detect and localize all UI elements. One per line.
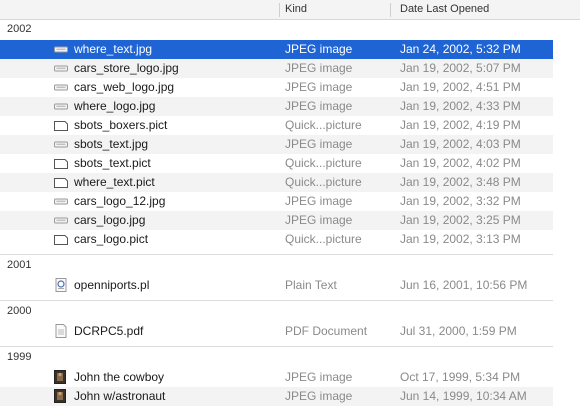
file-row[interactable]: sbots_boxers.pict Quick...picture Jan 19, … bbox=[0, 116, 553, 135]
jpeg-file-icon bbox=[54, 44, 68, 55]
pict-file-icon bbox=[54, 234, 68, 245]
file-row[interactable]: cars_logo.jpg JPEG image Jan 19, 2002, 3:2… bbox=[0, 211, 553, 230]
group-header-2002: 2002 bbox=[7, 23, 32, 35]
file-name: where_logo.jpg bbox=[74, 99, 156, 113]
file-kind: JPEG image bbox=[285, 213, 353, 227]
jpeg-file-icon bbox=[54, 196, 68, 207]
file-kind: JPEG image bbox=[285, 99, 353, 113]
file-kind: JPEG image bbox=[285, 137, 353, 151]
group-divider bbox=[0, 300, 553, 301]
pict-file-icon bbox=[54, 177, 68, 188]
pict-file-icon bbox=[54, 120, 68, 131]
scroll-gutter bbox=[553, 20, 580, 393]
file-row[interactable]: sbots_text.pict Quick...picture Jan 19, 20… bbox=[0, 154, 553, 173]
file-date-last-opened: Jan 19, 2002, 4:02 PM bbox=[400, 156, 521, 170]
column-header-date-last-opened[interactable]: Date Last Opened bbox=[400, 0, 550, 19]
file-kind: JPEG image bbox=[285, 42, 353, 56]
jpeg-file-icon bbox=[54, 101, 68, 112]
column-divider[interactable] bbox=[279, 3, 280, 17]
file-name: openniports.pl bbox=[74, 278, 150, 292]
file-date-last-opened: Jan 24, 2002, 5:32 PM bbox=[400, 42, 521, 56]
file-date-last-opened: Oct 17, 1999, 5:34 PM bbox=[400, 370, 521, 384]
file-row[interactable]: openniports.pl Plain Text Jun 16, 2001, 10… bbox=[0, 276, 553, 295]
file-kind: JPEG image bbox=[285, 194, 353, 208]
file-kind: Quick...picture bbox=[285, 175, 362, 189]
jpeg-file-icon bbox=[54, 82, 68, 93]
column-header-name[interactable] bbox=[8, 0, 278, 19]
file-row[interactable]: cars_logo.pict Quick...picture Jan 19, 200… bbox=[0, 230, 553, 249]
file-date-last-opened: Jan 19, 2002, 4:19 PM bbox=[400, 118, 521, 132]
file-name: cars_web_logo.jpg bbox=[74, 80, 175, 94]
file-date-last-opened: Jan 19, 2002, 5:07 PM bbox=[400, 61, 521, 75]
group-header-2000: 2000 bbox=[7, 305, 32, 317]
jpeg-file-icon bbox=[54, 139, 68, 150]
file-date-last-opened: Jan 19, 2002, 3:25 PM bbox=[400, 213, 521, 227]
file-kind: Quick...picture bbox=[285, 232, 362, 246]
file-kind: JPEG image bbox=[285, 80, 353, 94]
file-row[interactable]: John the cowboy JPEG image Oct 17, 1999, 5… bbox=[0, 368, 553, 387]
pdf-file-icon bbox=[54, 324, 68, 338]
file-kind: Quick...picture bbox=[285, 118, 362, 132]
file-kind: PDF Document bbox=[285, 324, 368, 338]
file-row[interactable]: where_text.pict Quick...picture Jan 19, 20… bbox=[0, 173, 553, 192]
pict-file-icon bbox=[54, 158, 68, 169]
file-row[interactable]: where_text.jpg JPEG image Jan 24, 2002, 5:… bbox=[0, 40, 553, 59]
file-name: sbots_text.pict bbox=[74, 156, 151, 170]
file-name: DCRPC5.pdf bbox=[74, 324, 144, 338]
text-file-icon bbox=[54, 278, 68, 292]
group-header-2001: 2001 bbox=[7, 259, 32, 271]
column-header-bar: Kind Date Last Opened bbox=[0, 0, 580, 20]
column-header-kind[interactable]: Kind bbox=[285, 0, 385, 19]
file-kind: Quick...picture bbox=[285, 156, 362, 170]
group-header-1999: 1999 bbox=[7, 351, 32, 363]
group-divider bbox=[0, 346, 553, 347]
jpeg-file-icon bbox=[54, 63, 68, 74]
file-date-last-opened: Jun 16, 2001, 10:56 PM bbox=[400, 278, 528, 292]
file-date-last-opened: Jun 14, 1999, 10:34 AM bbox=[400, 389, 527, 403]
file-row[interactable]: cars_web_logo.jpg JPEG image Jan 19, 2002,… bbox=[0, 78, 553, 97]
photo-thumbnail-icon bbox=[54, 370, 68, 384]
file-kind: Plain Text bbox=[285, 278, 337, 292]
file-name: cars_logo.pict bbox=[74, 232, 149, 246]
file-row[interactable]: sbots_text.jpg JPEG image Jan 19, 2002, 4:… bbox=[0, 135, 553, 154]
file-row[interactable]: John w/astronaut JPEG image Jun 14, 1999, … bbox=[0, 387, 553, 406]
group-divider bbox=[0, 254, 553, 255]
file-date-last-opened: Jan 19, 2002, 3:13 PM bbox=[400, 232, 521, 246]
photo-thumbnail-icon bbox=[54, 389, 68, 403]
jpeg-file-icon bbox=[54, 215, 68, 226]
file-date-last-opened: Jan 19, 2002, 4:03 PM bbox=[400, 137, 521, 151]
file-kind: JPEG image bbox=[285, 61, 353, 75]
column-divider[interactable] bbox=[390, 3, 391, 17]
file-date-last-opened: Jan 19, 2002, 4:33 PM bbox=[400, 99, 521, 113]
file-row[interactable]: cars_store_logo.jpg JPEG image Jan 19, 200… bbox=[0, 59, 553, 78]
file-kind: JPEG image bbox=[285, 389, 353, 403]
file-name: cars_store_logo.jpg bbox=[74, 61, 179, 75]
file-kind: JPEG image bbox=[285, 370, 353, 384]
file-name: John the cowboy bbox=[74, 370, 165, 384]
file-name: cars_logo.jpg bbox=[74, 213, 146, 227]
file-row[interactable]: where_logo.jpg JPEG image Jan 19, 2002, 4:… bbox=[0, 97, 553, 116]
file-name: cars_logo_12.jpg bbox=[74, 194, 166, 208]
file-name: sbots_text.jpg bbox=[74, 137, 149, 151]
file-name: sbots_boxers.pict bbox=[74, 118, 168, 132]
file-row[interactable]: cars_logo_12.jpg JPEG image Jan 19, 2002, … bbox=[0, 192, 553, 211]
file-date-last-opened: Jan 19, 2002, 3:48 PM bbox=[400, 175, 521, 189]
file-name: where_text.pict bbox=[74, 175, 155, 189]
file-date-last-opened: Jan 19, 2002, 4:51 PM bbox=[400, 80, 521, 94]
file-date-last-opened: Jan 19, 2002, 3:32 PM bbox=[400, 194, 521, 208]
file-name: John w/astronaut bbox=[74, 389, 166, 403]
file-name: where_text.jpg bbox=[74, 42, 153, 56]
file-date-last-opened: Jul 31, 2000, 1:59 PM bbox=[400, 324, 517, 338]
file-row[interactable]: DCRPC5.pdf PDF Document Jul 31, 2000, 1:59… bbox=[0, 322, 553, 341]
